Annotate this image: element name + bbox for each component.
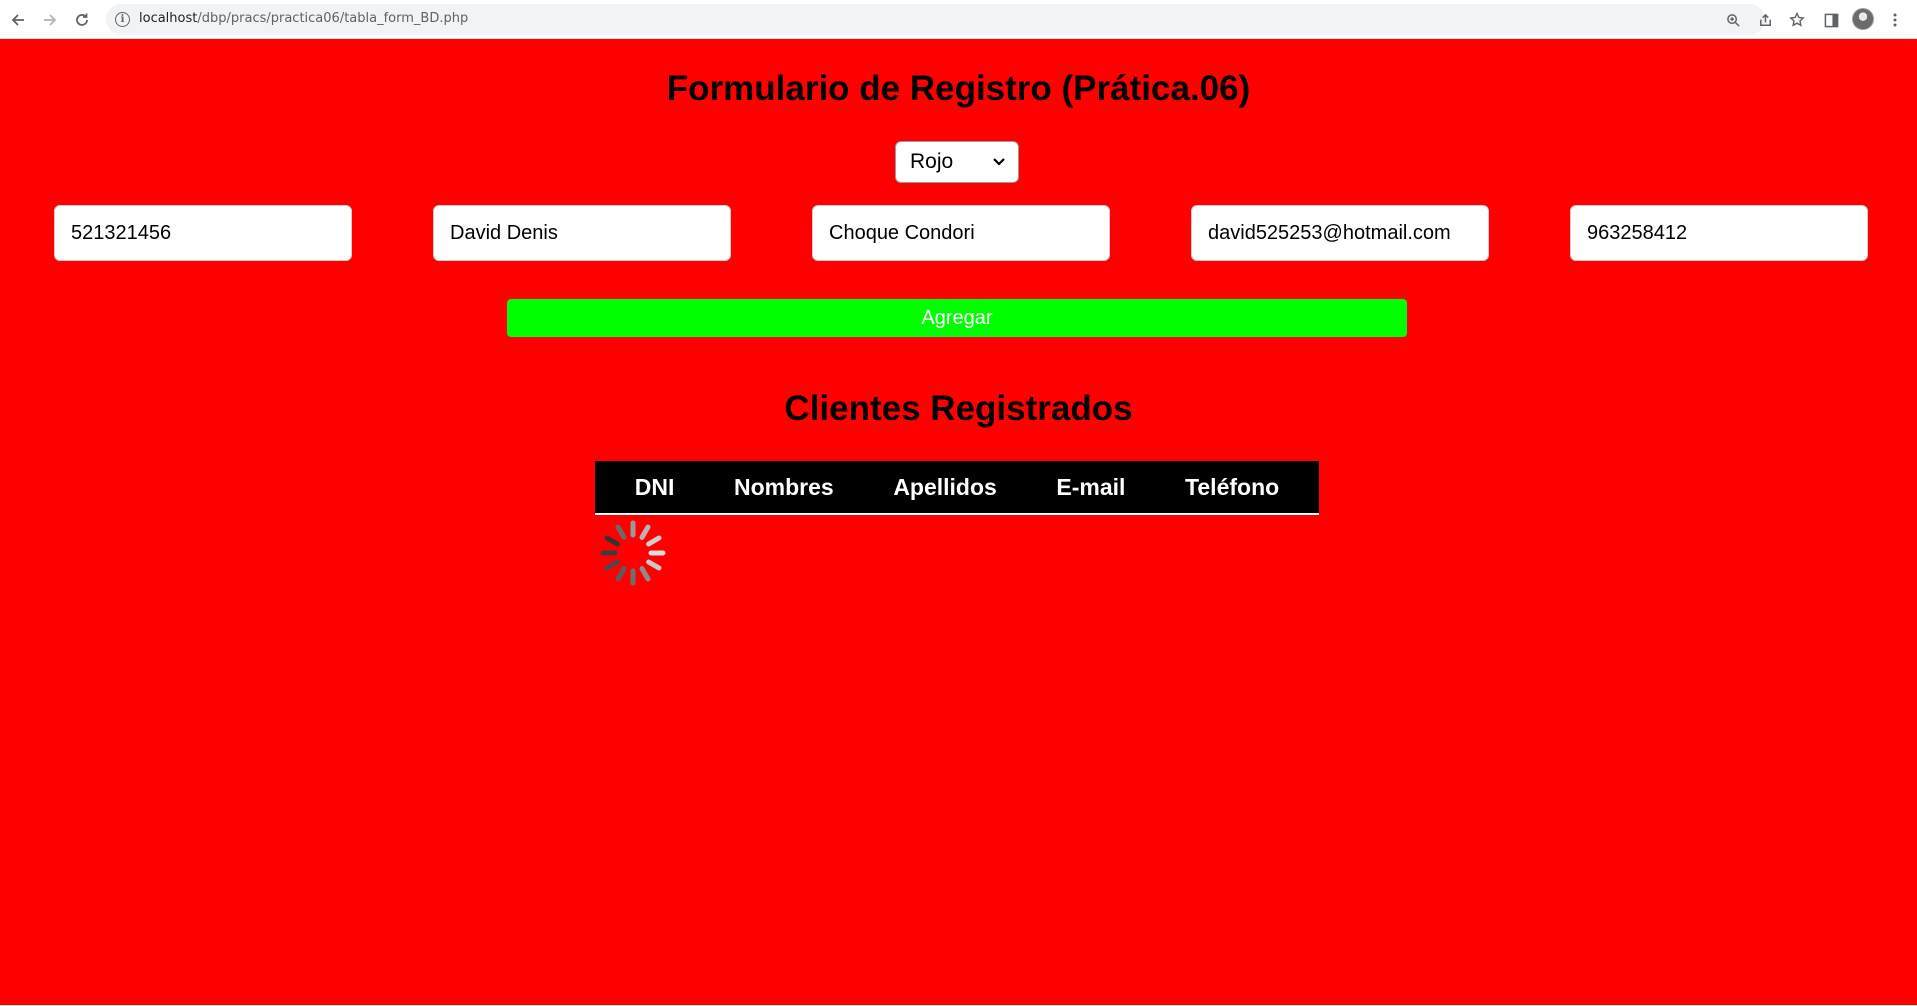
browser-toolbar: i localhost/dbp/pracs/practica06/tabla_f…	[0, 0, 1917, 39]
chevron-down-icon	[993, 158, 1005, 166]
star-icon[interactable]	[1787, 10, 1807, 30]
clients-table-header: DNI Nombres Apellidos E-mail Teléfono	[595, 461, 1319, 515]
forward-button[interactable]	[38, 8, 62, 32]
dni-input[interactable]: 521321456	[54, 205, 352, 261]
back-button[interactable]	[6, 8, 30, 32]
kebab-menu-icon	[1893, 13, 1897, 27]
zoom-icon[interactable]	[1723, 10, 1743, 30]
column-header-nombres[interactable]: Nombres	[734, 474, 834, 501]
arrow-left-icon	[11, 14, 24, 26]
column-header-apellidos[interactable]: Apellidos	[893, 474, 997, 501]
table-title: Clientes Registrados	[784, 389, 1133, 428]
reload-icon	[76, 13, 88, 26]
avatar[interactable]	[1852, 8, 1874, 30]
share-icon[interactable]	[1755, 10, 1775, 30]
page-body	[0, 39, 1917, 1006]
color-select-value: Rojo	[910, 150, 954, 173]
add-button[interactable]: Agregar	[507, 299, 1407, 337]
telefono-input[interactable]: 963258412	[1570, 205, 1868, 261]
nombres-input[interactable]: David Denis	[433, 205, 731, 261]
side-panel-icon	[1824, 13, 1838, 27]
form-title: Formulario de Registro (Prática.06)	[666, 69, 1251, 108]
color-select[interactable]: Rojo	[895, 141, 1019, 183]
spinner-icon	[600, 520, 666, 586]
column-header-dni[interactable]: DNI	[635, 474, 675, 501]
arrow-right-icon	[44, 14, 57, 26]
url-text[interactable]: localhost/dbp/pracs/practica06/tabla_for…	[139, 11, 468, 26]
apellidos-input[interactable]: Choque Condori	[812, 205, 1110, 261]
reload-button[interactable]	[70, 8, 94, 32]
column-header-telefono[interactable]: Teléfono	[1185, 474, 1279, 501]
email-input[interactable]: david525253@hotmail.com	[1191, 205, 1489, 261]
menu-button[interactable]	[1883, 8, 1907, 32]
side-panel-button[interactable]	[1819, 8, 1843, 32]
info-icon[interactable]: i	[115, 12, 130, 27]
column-header-email[interactable]: E-mail	[1056, 474, 1125, 501]
address-bar[interactable]: i localhost/dbp/pracs/practica06/tabla_f…	[106, 4, 1805, 35]
